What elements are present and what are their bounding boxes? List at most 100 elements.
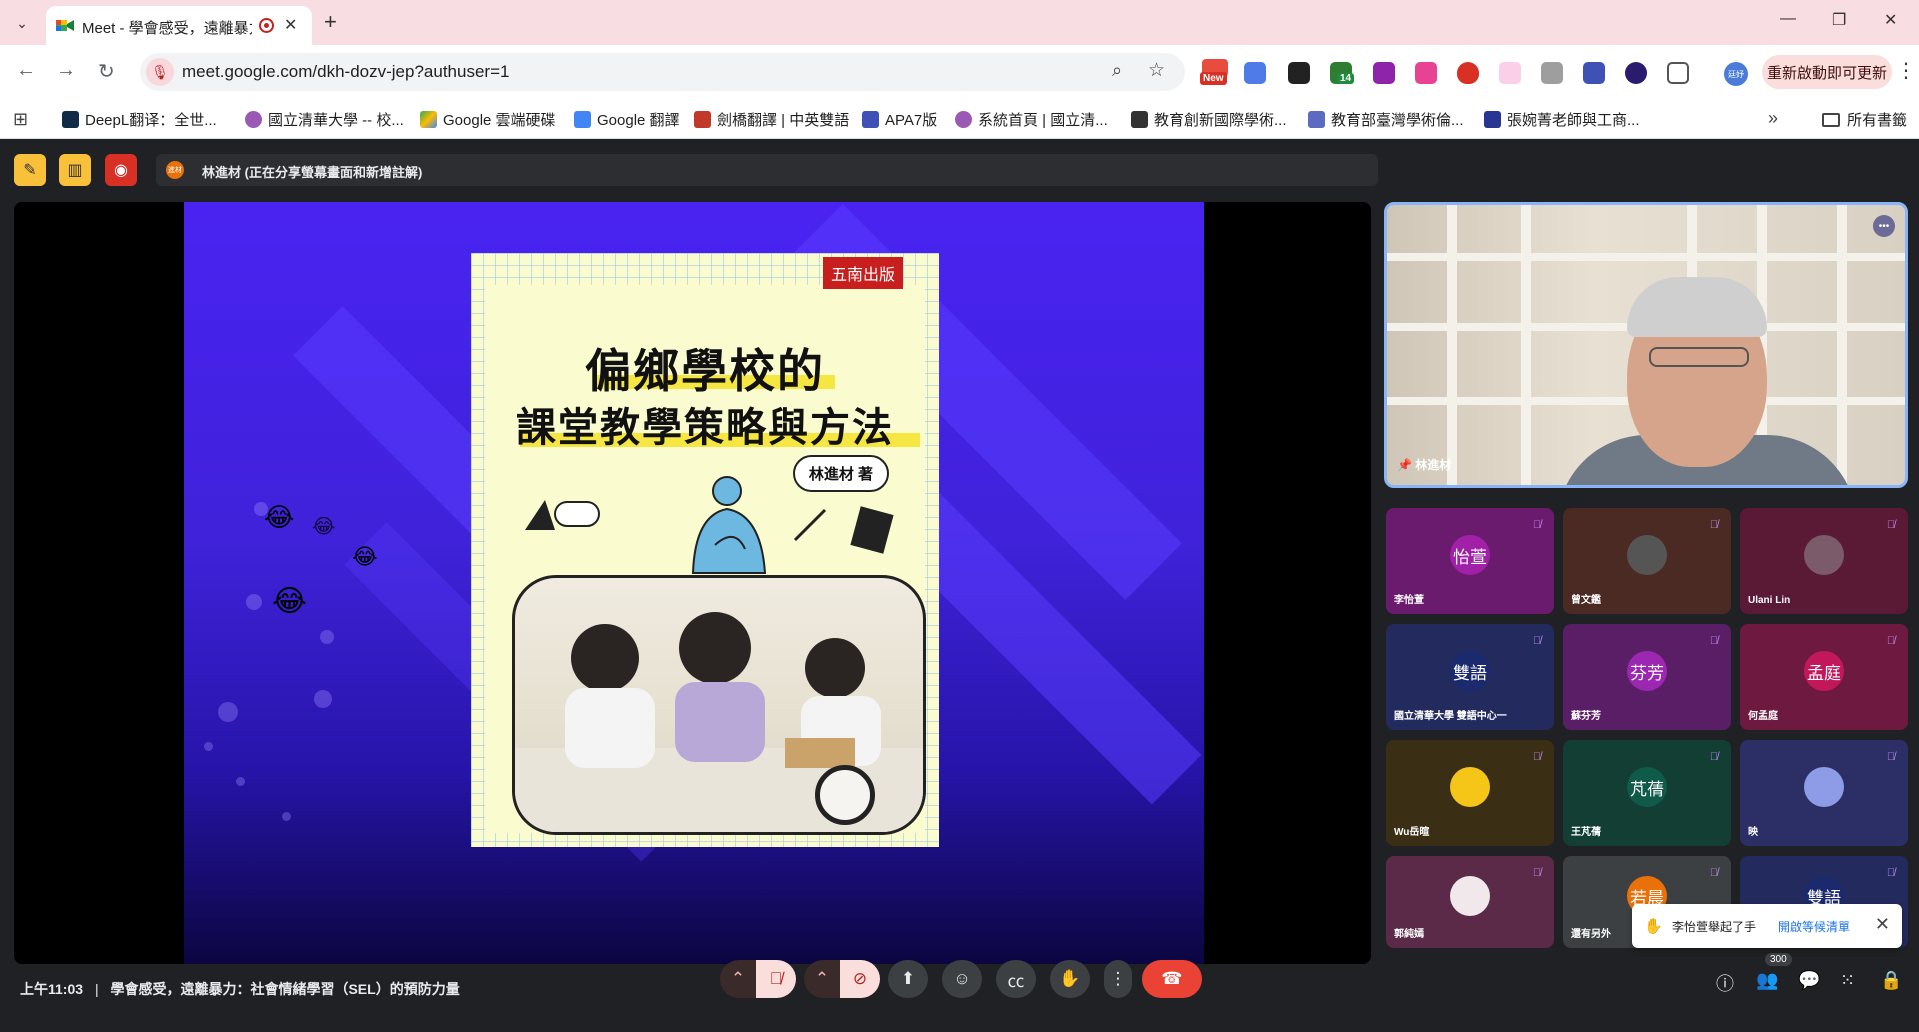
more-options-button[interactable]: ⋮ bbox=[1104, 960, 1132, 998]
shield-extension-icon[interactable] bbox=[1457, 62, 1479, 84]
extension-icon[interactable] bbox=[1625, 62, 1647, 84]
meeting-title: 學會感受，遠離暴力：社會情緒學習（SEL）的預防力量 bbox=[110, 981, 460, 997]
participant-name: 蘇芬芳 bbox=[1571, 711, 1601, 722]
minimize-icon[interactable]: — bbox=[1780, 10, 1796, 28]
people-icon[interactable]: 👥 bbox=[1756, 970, 1778, 991]
participant-avatar: 雙語 bbox=[1450, 651, 1490, 691]
laughing-emoji-icon: 😂 bbox=[352, 544, 378, 569]
participant-tile[interactable]: 🎙̸ 映 bbox=[1740, 740, 1908, 846]
laughing-emoji-icon: 😂 bbox=[312, 516, 336, 538]
raise-hand-button[interactable]: ✋ bbox=[1050, 960, 1090, 998]
folder-icon bbox=[1822, 112, 1840, 127]
host-controls-icon[interactable]: 🔒 bbox=[1880, 970, 1902, 991]
video-options-chevron-icon[interactable]: ⌃ bbox=[804, 960, 840, 998]
current-time: 上午11:03 bbox=[20, 981, 84, 997]
participant-tile[interactable]: 怡萱 🎙̸ 李怡萱 bbox=[1386, 508, 1554, 614]
book-cover: 偏鄉學校的 課堂教學策略與方法 林進材 著 五南出版 bbox=[471, 253, 939, 847]
bookmark-item[interactable]: Google 翻譯 bbox=[574, 109, 680, 130]
browser-tab-meet[interactable]: Meet - 學會感受，遠離暴力 ✕ bbox=[46, 6, 312, 45]
participant-tile[interactable]: 芃蒨 🎙̸ 王芃蒨 bbox=[1563, 740, 1731, 846]
bookmark-item[interactable]: 系統首頁 | 國立清... bbox=[955, 109, 1108, 130]
annotation-toggle-icon[interactable]: ✎ bbox=[14, 154, 46, 186]
mic-muted-icon: 🎙̸ bbox=[1709, 867, 1719, 879]
captions-button[interactable]: ㏄ bbox=[996, 960, 1036, 998]
extension-icon[interactable] bbox=[1541, 62, 1563, 84]
extension-icon[interactable] bbox=[1288, 62, 1310, 84]
browser-menu-icon[interactable]: ⋮ bbox=[1896, 58, 1916, 83]
all-bookmarks-button[interactable]: 所有書籤 bbox=[1822, 109, 1907, 130]
tab-search-button[interactable]: ⌄ bbox=[10, 11, 34, 35]
reload-button[interactable]: ↻ bbox=[98, 59, 115, 84]
microphone-in-use-icon[interactable]: 🎙 bbox=[146, 58, 174, 86]
activities-icon[interactable]: ⁙ bbox=[1840, 970, 1855, 991]
close-window-icon[interactable]: ✕ bbox=[1884, 10, 1897, 30]
address-bar[interactable]: 🎙 meet.google.com/dkh-dozv-jep?authuser=… bbox=[140, 53, 1185, 91]
forward-button[interactable]: → bbox=[56, 59, 76, 82]
bookmark-item[interactable]: APA7版 bbox=[862, 109, 937, 130]
layout-icon[interactable]: ▥ bbox=[59, 154, 91, 186]
mic-muted-icon: 🎙̸ bbox=[1532, 519, 1542, 531]
profile-avatar[interactable]: 廷妤 bbox=[1724, 62, 1748, 86]
chat-icon[interactable]: 💬 bbox=[1798, 970, 1820, 991]
restart-to-update-button[interactable]: 重新啟動即可更新 bbox=[1762, 55, 1892, 89]
extension-icon[interactable] bbox=[1499, 62, 1521, 84]
participant-tile[interactable]: 雙語 🎙̸ 國立清華大學 雙語中心一 bbox=[1386, 624, 1554, 730]
open-queue-link[interactable]: 開啟等候清單 bbox=[1778, 918, 1850, 935]
participant-avatar: 芬芳 bbox=[1627, 651, 1667, 691]
bookmark-item[interactable]: Google 雲端硬碟 bbox=[420, 109, 556, 130]
bookmark-item[interactable]: DeepL翻译：全世... bbox=[62, 109, 217, 130]
bookmark-item[interactable]: 教育部臺灣學術倫... bbox=[1308, 109, 1464, 130]
audio-options-chevron-icon[interactable]: ⌃ bbox=[720, 960, 756, 998]
audio-activity-icon[interactable]: ••• bbox=[1873, 215, 1895, 237]
participant-name: 李怡萱 bbox=[1394, 595, 1424, 606]
bookmark-item[interactable]: 教育創新國際學術... bbox=[1131, 109, 1287, 130]
leave-call-button[interactable]: ☎ bbox=[1142, 960, 1202, 998]
bookmark-item[interactable]: 國立清華大學 -- 校... bbox=[245, 109, 404, 130]
participant-avatar bbox=[1450, 876, 1490, 916]
close-tab-icon[interactable]: ✕ bbox=[284, 15, 297, 35]
participant-avatar bbox=[1627, 535, 1667, 575]
reaction-bubble bbox=[254, 502, 268, 516]
zoom-icon[interactable]: ⌕ bbox=[1112, 60, 1122, 81]
extension-icon[interactable] bbox=[1583, 62, 1605, 84]
extension-icon[interactable] bbox=[1415, 62, 1437, 84]
bookmark-favicon-icon bbox=[245, 111, 262, 128]
participant-avatar: 怡萱 bbox=[1450, 535, 1490, 575]
microphone-off-button[interactable]: 🎙̸ bbox=[756, 960, 796, 998]
bookmark-item[interactable]: 劍橋翻譯 | 中英雙語 bbox=[694, 109, 849, 130]
more-bookmarks-icon[interactable]: » bbox=[1768, 108, 1778, 129]
google-translate-icon bbox=[574, 111, 591, 128]
present-screen-button[interactable]: ⬆ bbox=[888, 960, 928, 998]
meeting-details-icon[interactable]: ⓘ bbox=[1716, 970, 1734, 996]
participant-tile[interactable]: 🎙̸ 郭純嫣 bbox=[1386, 856, 1554, 948]
apps-grid-icon[interactable]: ⊞ bbox=[13, 109, 28, 130]
document-icon bbox=[862, 111, 879, 128]
bookmark-star-icon[interactable]: ☆ bbox=[1148, 59, 1165, 82]
back-button[interactable]: ← bbox=[16, 59, 36, 82]
record-icon[interactable]: ◉ bbox=[105, 154, 137, 186]
reaction-bubble bbox=[282, 812, 291, 821]
bookmark-item[interactable]: 張婉菁老師與工商... bbox=[1484, 109, 1640, 130]
extension-new-icon[interactable]: New bbox=[1200, 59, 1234, 87]
participant-tile[interactable]: 🎙̸ 曾文鑑 bbox=[1563, 508, 1731, 614]
puzzle-extensions-icon[interactable] bbox=[1667, 62, 1689, 84]
camera-off-button[interactable]: ⊘ bbox=[840, 960, 880, 998]
emoji-reaction-button[interactable]: ☺ bbox=[942, 960, 982, 998]
close-notification-icon[interactable]: ✕ bbox=[1875, 914, 1890, 935]
participant-tile[interactable]: 芬芳 🎙̸ 蘇芬芳 bbox=[1563, 624, 1731, 730]
google-meet-icon bbox=[56, 20, 74, 31]
participant-name: 映 bbox=[1748, 827, 1758, 838]
url-text[interactable]: meet.google.com/dkh-dozv-jep?authuser=1 bbox=[182, 62, 509, 82]
extension-icon[interactable] bbox=[1373, 62, 1395, 84]
mic-muted-icon: 🎙̸ bbox=[1886, 635, 1896, 647]
pinned-speaker-video[interactable]: ••• 📌 林進材 bbox=[1384, 202, 1908, 488]
participant-tile[interactable]: 🎙̸ Wu岳暄 bbox=[1386, 740, 1554, 846]
restore-window-icon[interactable]: ❐ bbox=[1832, 10, 1846, 30]
participant-name: 何孟庭 bbox=[1748, 711, 1778, 722]
participant-tile[interactable]: 孟庭 🎙̸ 何孟庭 bbox=[1740, 624, 1908, 730]
raised-hand-icon: ✋ bbox=[1644, 918, 1663, 935]
shared-screen[interactable]: 😂 😂 😂 😂 偏鄉學校的 課堂教學策略與方法 林進材 著 五南出版 bbox=[14, 202, 1371, 964]
participant-tile[interactable]: 🎙̸ Ulani Lin bbox=[1740, 508, 1908, 614]
translate-extension-icon[interactable] bbox=[1244, 62, 1266, 84]
new-tab-button[interactable]: + bbox=[324, 9, 337, 35]
